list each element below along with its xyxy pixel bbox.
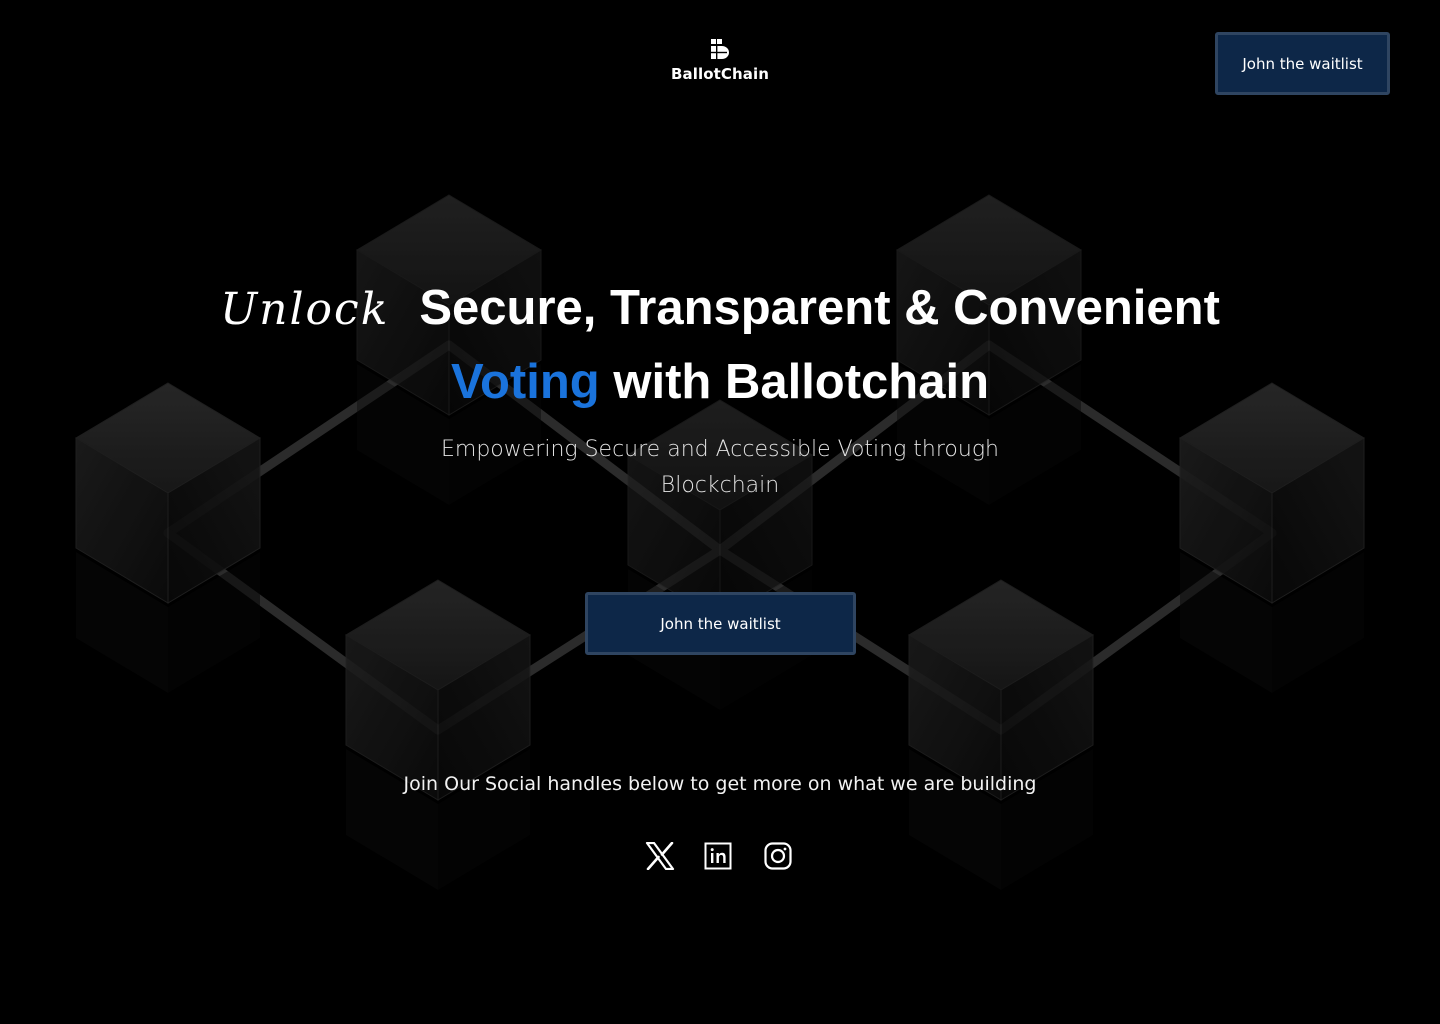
brand-logo[interactable]: BallotChain [660,38,780,83]
headline-line-2: Voting with Ballotchain [0,346,1440,418]
headline-line-2-text: with Ballotchain [599,355,990,409]
x-icon [645,842,675,870]
brand-name: BallotChain [670,65,770,83]
instagram-icon [764,842,792,870]
block-cube [75,382,261,693]
hero-headline: Unlock Secure, Transparent & Convenient V… [0,272,1440,418]
hero-join-waitlist-button[interactable]: John the waitlist [585,592,856,655]
hero-subtitle: Empowering Secure and Accessible Voting … [441,437,999,498]
header-join-waitlist-button[interactable]: John the waitlist [1215,32,1390,95]
headline-line-1-text: Secure, Transparent & Convenient [419,281,1220,335]
linkedin-icon [704,842,732,870]
ballot-logo-icon [711,39,729,59]
block-cube [1179,382,1365,693]
headline-accent-word: Voting [450,355,600,409]
landing-page: BallotChain John the waitlist Unlock Secu… [0,0,1440,1024]
headline-script-word: Unlock [220,284,390,335]
social-links [0,840,1440,874]
x-social-link[interactable] [644,840,676,872]
linkedin-social-link[interactable] [702,840,734,872]
headline-line-1: Unlock Secure, Transparent & Convenient [0,272,1440,346]
social-prompt: Join Our Social handles below to get mor… [403,773,1037,795]
instagram-social-link[interactable] [762,840,794,872]
